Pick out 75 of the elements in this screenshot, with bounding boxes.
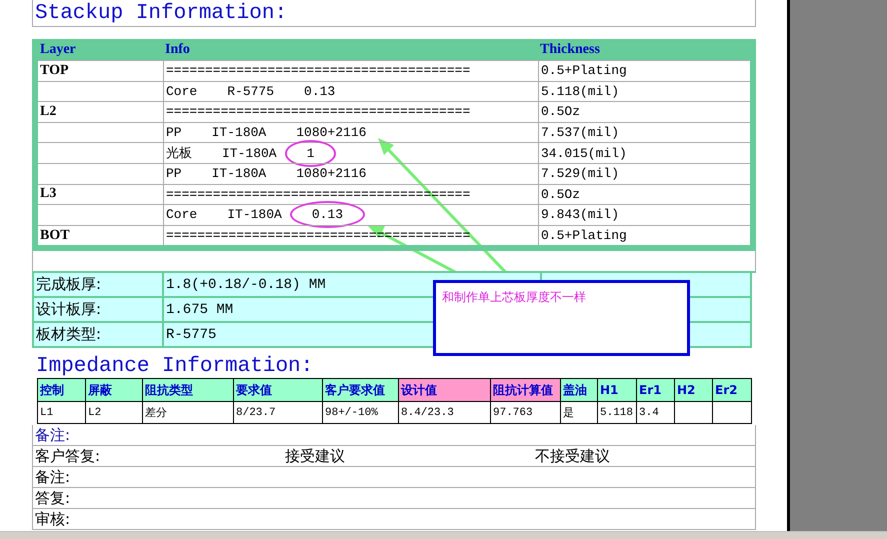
table-cell: 9.843(mil) bbox=[538, 204, 750, 225]
column-header: 设计值 bbox=[399, 379, 491, 402]
column-header: Thickness bbox=[540, 42, 600, 58]
info-text: IT-180A bbox=[212, 166, 266, 182]
column-header: 客户要求值 bbox=[323, 379, 399, 402]
field-label: 板材类型: bbox=[36, 325, 102, 344]
info-text: 1080+2116 bbox=[296, 166, 366, 182]
column-header: Layer bbox=[40, 42, 76, 58]
column-header: 盖油 bbox=[561, 379, 598, 402]
layer-name: BOT bbox=[40, 228, 70, 244]
field-value: R-5775 bbox=[166, 326, 216, 343]
table-cell: 是 bbox=[561, 402, 598, 424]
info-text: 0.13 bbox=[304, 84, 336, 99]
column-header: H2 bbox=[675, 379, 713, 402]
info-text: Core bbox=[166, 207, 198, 222]
info-text: ======================================= bbox=[166, 104, 470, 120]
field-value: 1.675 MM bbox=[166, 302, 234, 318]
info-text: ======================================= bbox=[166, 63, 470, 78]
table-cell: 7.537(mil) bbox=[538, 122, 750, 142]
table-cell: 5.118(mil) bbox=[538, 80, 750, 102]
column-header: 要求值 bbox=[234, 379, 323, 402]
info-text: PP bbox=[166, 166, 182, 182]
layer-name: L2 bbox=[40, 104, 56, 120]
field-label: 完成板厚: bbox=[36, 275, 102, 294]
column-header: 控制 bbox=[38, 379, 86, 402]
column-header: 阻抗类型 bbox=[143, 379, 234, 402]
remark-text: 不接受建议 bbox=[535, 446, 610, 466]
table-cell: 34.015(mil) bbox=[538, 142, 750, 163]
table-cell: 0.5+Plating bbox=[538, 60, 750, 81]
table-cell: 0.5Oz bbox=[538, 184, 750, 204]
section-title: Stackup Information: bbox=[35, 2, 288, 24]
column-header: H1 bbox=[598, 379, 637, 402]
info-text: Core bbox=[166, 84, 198, 99]
table-cell: L2 bbox=[86, 402, 143, 424]
remark-text: 接受建议 bbox=[285, 446, 346, 466]
table-cell: 7.529(mil) bbox=[538, 162, 750, 184]
table-cell: 3.4 bbox=[637, 402, 675, 424]
info-text: ======================================= bbox=[166, 228, 470, 244]
layer-name: TOP bbox=[40, 62, 69, 79]
column-header: Er2 bbox=[713, 379, 752, 402]
info-text: IT-180A bbox=[227, 207, 282, 222]
remark-text: 审核: bbox=[35, 510, 70, 529]
info-text: ======================================= bbox=[166, 186, 470, 202]
table-cell bbox=[675, 402, 713, 424]
field-label: 设计板厚: bbox=[36, 300, 102, 320]
column-header: 屏蔽 bbox=[86, 379, 143, 402]
table-cell: 97.763 bbox=[491, 402, 561, 424]
info-text: 1080+2116 bbox=[296, 125, 366, 140]
field-value: 1.8(+0.18/-0.18) MM bbox=[166, 276, 326, 293]
table-cell: 差分 bbox=[143, 402, 234, 424]
info-text: IT-180A bbox=[222, 146, 277, 161]
table-cell: 98+/-10% bbox=[323, 402, 399, 424]
table-cell: 0.5Oz bbox=[538, 101, 750, 122]
table-cell: L1 bbox=[38, 402, 86, 424]
info-text: IT-180A bbox=[212, 125, 266, 140]
section-title: Impedance Information: bbox=[36, 355, 314, 378]
info-text: 1 bbox=[306, 146, 314, 161]
callout-text: 和制作单上芯板厚度不一样 bbox=[442, 290, 586, 304]
remark-text: 客户答复: bbox=[35, 446, 102, 466]
column-header: 阻抗计算值 bbox=[491, 379, 561, 402]
remark-text: 答复: bbox=[35, 488, 70, 508]
column-header: Info bbox=[165, 42, 190, 58]
table-cell bbox=[713, 402, 752, 424]
table-cell: 0.5+Plating bbox=[538, 224, 750, 246]
info-text: PP bbox=[166, 125, 182, 140]
info-text: 光板 bbox=[166, 145, 192, 162]
remark-text: 备注: bbox=[35, 468, 70, 487]
info-text: R-5775 bbox=[227, 84, 274, 99]
table-cell: 8/23.7 bbox=[234, 402, 323, 424]
layer-name: L3 bbox=[40, 186, 56, 202]
table-cell: 5.118 bbox=[598, 402, 637, 424]
column-header: Er1 bbox=[637, 379, 675, 402]
remark-text: 备注: bbox=[35, 426, 70, 445]
table-cell: 8.4/23.3 bbox=[399, 402, 491, 424]
info-text: 0.13 bbox=[312, 207, 344, 222]
